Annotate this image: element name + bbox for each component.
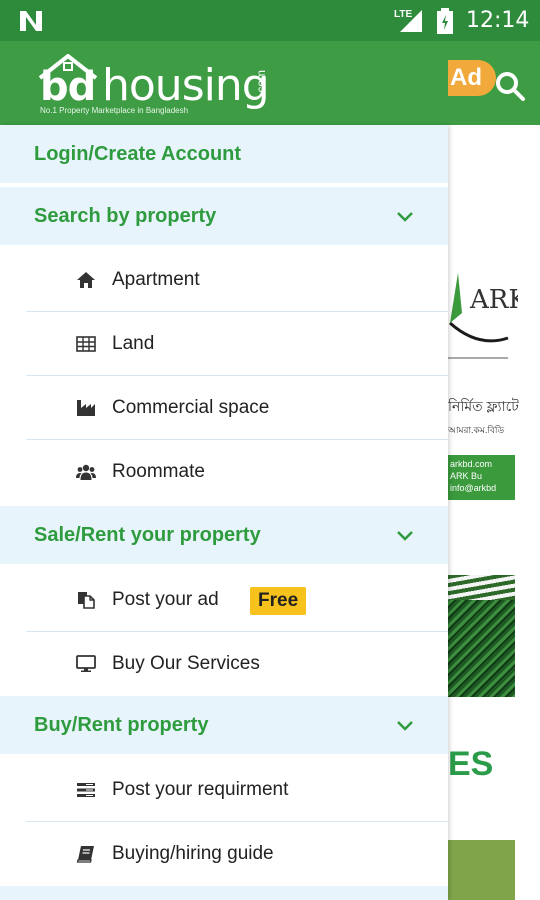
- logo-housing: housing: [102, 60, 270, 111]
- section-buy-rent-property[interactable]: Buy/Rent property: [0, 696, 448, 754]
- next-section-edge: [0, 886, 448, 900]
- bg-bangla-text-1: নির্মিত ফ্ল্যাটে: [448, 398, 519, 414]
- logo-tagline: No.1 Property Marketplace in Bangladesh: [40, 106, 189, 115]
- bdhousing-logo[interactable]: bd housing .com No.1 Property Marketplac…: [36, 54, 270, 116]
- industry-icon: [77, 400, 95, 416]
- bg-photo-roof: [448, 575, 515, 600]
- search-icon[interactable]: [494, 70, 526, 102]
- post-ad-button[interactable]: Ad: [448, 60, 496, 96]
- bg-banner: [448, 840, 515, 900]
- menu-item-label: Buy Our Services: [112, 653, 260, 674]
- menu-item-roommate[interactable]: Roommate: [0, 440, 448, 504]
- chevron-down-icon: [397, 531, 413, 541]
- menu-item-post-your-ad[interactable]: Post your ad Free: [0, 568, 448, 632]
- monitor-icon: [76, 655, 96, 672]
- navigation-drawer: Login/Create Account Search by property …: [0, 125, 448, 900]
- signal-icon: [400, 10, 422, 32]
- battery-icon: [437, 8, 453, 34]
- menu-item-commercial-space[interactable]: Commercial space: [0, 376, 448, 440]
- users-icon: [76, 464, 96, 480]
- chevron-down-icon: [397, 212, 413, 222]
- clock: 12:14: [466, 8, 530, 33]
- logo-com: .com: [254, 69, 269, 97]
- login-label: Login/Create Account: [34, 143, 242, 165]
- menu-item-label: Buying/hiring guide: [112, 843, 274, 864]
- section-sale-rent-your-property[interactable]: Sale/Rent your property: [0, 506, 448, 564]
- menu-item-label: Roommate: [112, 461, 205, 482]
- copy-icon: [78, 592, 95, 609]
- menu-item-land[interactable]: Land: [0, 312, 448, 376]
- menu-item-apartment[interactable]: Apartment: [0, 248, 448, 312]
- section-search-by-property[interactable]: Search by property: [0, 187, 448, 245]
- menu-item-label: Commercial space: [112, 397, 270, 418]
- menu-item-buying-hiring-guide[interactable]: Buying/hiring guide: [0, 822, 448, 886]
- section-label: Buy/Rent property: [34, 714, 209, 736]
- section-label: Search by property: [34, 205, 217, 227]
- menu-item-post-your-requirment[interactable]: Post your requirment: [0, 758, 448, 822]
- login-create-account[interactable]: Login/Create Account: [0, 125, 448, 183]
- status-bar: LTE 12:14: [0, 0, 540, 41]
- menu-item-buy-our-services[interactable]: Buy Our Services: [0, 632, 448, 696]
- ark-logo: ARK: [448, 273, 518, 359]
- notification-n-icon: [20, 11, 42, 31]
- bg-bangla-text-2: আমরা.কম.বিডি: [448, 425, 505, 435]
- bg-heading-fragment: ES: [448, 745, 494, 783]
- logo-bd: bd: [40, 64, 96, 110]
- home-icon: [77, 272, 95, 288]
- menu-item-label: Apartment: [112, 269, 200, 290]
- background-page: ARK নির্মিত ফ্ল্যাটে আমরা.কম.বিডি arkbd.…: [448, 125, 540, 900]
- book-icon: [76, 846, 94, 863]
- chevron-down-icon: [397, 721, 413, 731]
- free-badge: Free: [250, 587, 307, 615]
- grid-icon: [76, 336, 96, 352]
- menu-item-label: Post your ad: [112, 589, 219, 610]
- bg-contact-box: arkbd.com ARK Bu info@arkbd: [448, 455, 515, 500]
- menu-item-label: Post your requirment: [112, 779, 289, 800]
- list-icon: [77, 783, 95, 797]
- menu-item-label: Land: [112, 333, 155, 354]
- ark-text: ARK: [469, 285, 518, 315]
- section-label: Sale/Rent your property: [34, 524, 261, 546]
